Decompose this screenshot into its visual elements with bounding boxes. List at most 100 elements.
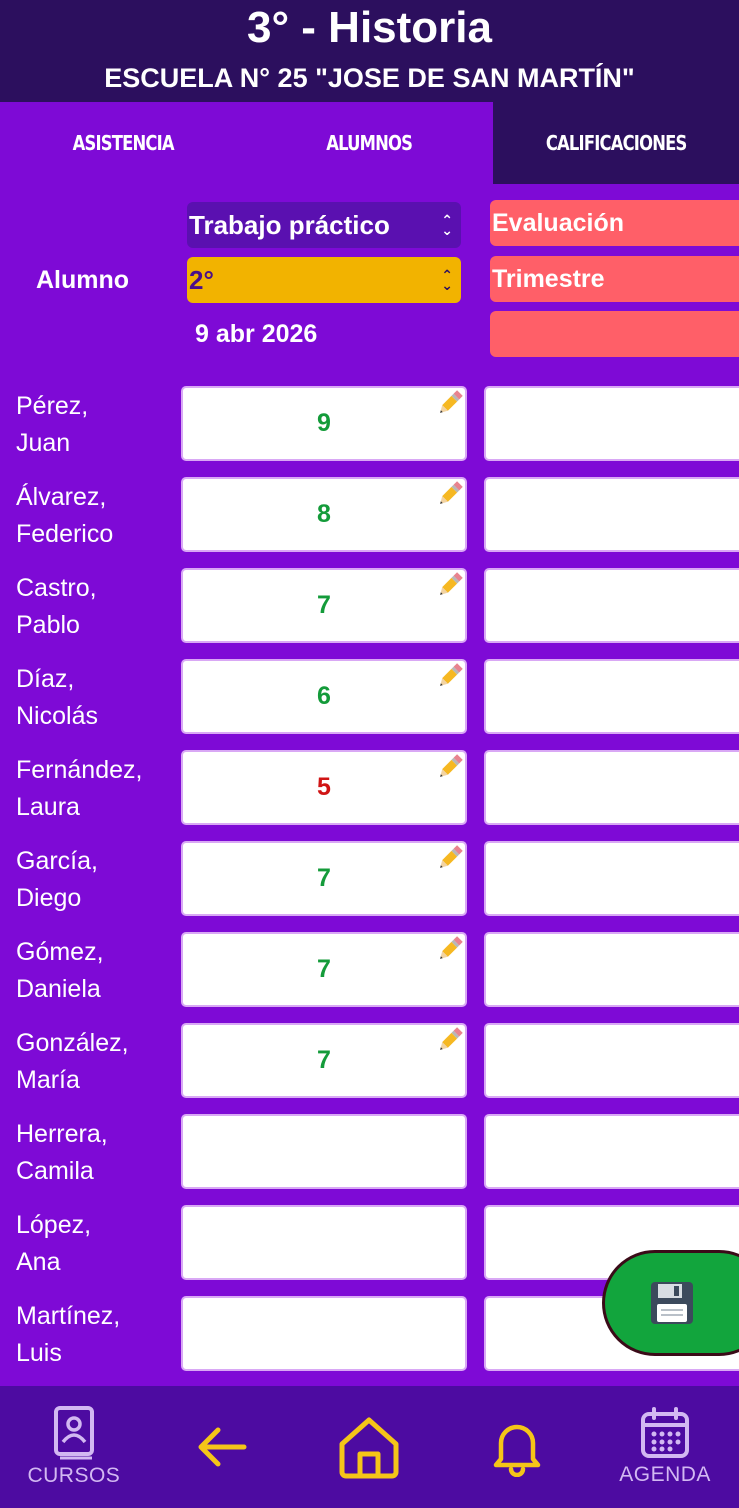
nav-cursos-label: CURSOS [27,1464,121,1487]
evaluacion-field[interactable]: Evaluación [490,200,739,246]
nav-back[interactable] [162,1397,282,1497]
student-last-name: Pérez, [16,392,89,420]
student-last-name: Fernández, [16,756,143,784]
secondary-grade-input[interactable] [484,1023,739,1098]
student-row: García, Diego 7 [0,839,739,930]
pencil-icon[interactable] [435,752,465,782]
secondary-grade-input[interactable] [484,841,739,916]
student-name: Díaz, Nicolás [16,661,98,735]
calendar-icon [641,1407,690,1458]
student-first-name: María [16,1066,80,1094]
grade-input[interactable]: 6 [181,659,467,734]
pencil-icon[interactable] [435,570,465,600]
student-row: Álvarez, Federico 8 [0,475,739,566]
student-row: Herrera, Camila [0,1112,739,1203]
student-row: Fernández, Laura 5 [0,748,739,839]
bottom-navigation: CURSOS AGENDA [0,1386,739,1508]
student-last-name: Herrera, [16,1120,108,1148]
student-first-name: Pablo [16,611,80,639]
student-name: González, María [16,1025,129,1099]
secondary-grade-input[interactable] [484,568,739,643]
assignment-type-value: Trabajo práctico [189,209,390,240]
secondary-grade-input[interactable] [484,750,739,825]
save-button[interactable] [602,1250,739,1356]
home-icon [339,1417,399,1479]
grade-input[interactable]: 7 [181,1023,467,1098]
student-name: Gómez, Daniela [16,934,104,1008]
pencil-icon[interactable] [435,843,465,873]
grade-value: 5 [317,773,331,801]
trimestre-label: Trimestre [492,264,605,293]
secondary-grade-input[interactable] [484,386,739,461]
grade-value: 9 [317,409,331,437]
grade-value: 7 [317,955,331,983]
arrow-left-icon [198,1427,247,1467]
student-list: Pérez, Juan 9 Álvarez, Federico 8 Castro… [0,384,739,1385]
student-first-name: Camila [16,1157,94,1185]
grade-value: 8 [317,500,331,528]
assignment-type-select[interactable]: Trabajo práctico ⌃ ⌄ [187,202,461,248]
nav-agenda[interactable]: AGENDA [605,1397,725,1497]
student-name: Álvarez, Federico [16,479,113,553]
trimestre-field[interactable]: Trimestre [490,256,739,302]
tab-bar: ASISTENCIA ALUMNOS CALIFICACIONES [0,102,739,184]
tab-label: ALUMNOS [326,131,414,155]
student-name: García, Diego [16,843,98,917]
tab-alumnos[interactable]: ALUMNOS [246,102,492,184]
pencil-icon[interactable] [435,388,465,418]
tab-calificaciones[interactable]: CALIFICACIONES [492,102,739,184]
pencil-icon[interactable] [435,934,465,964]
student-first-name: Federico [16,520,114,548]
grade-value: 6 [317,682,331,710]
student-row: Díaz, Nicolás 6 [0,657,739,748]
pencil-icon[interactable] [435,1025,465,1055]
student-last-name: Díaz, [16,665,75,693]
secondary-grade-input[interactable] [484,477,739,552]
grade-input[interactable]: 7 [181,932,467,1007]
nav-home[interactable] [309,1397,429,1497]
student-first-name: Daniela [16,975,101,1003]
alumno-column-label: Alumno [36,266,130,294]
grade-input[interactable] [181,1296,467,1371]
evaluacion-label: Evaluación [492,208,624,237]
pencil-icon[interactable] [435,661,465,691]
contact-book-icon [53,1406,94,1460]
grade-input[interactable]: 7 [181,568,467,643]
student-first-name: Juan [16,429,71,457]
secondary-grade-input[interactable] [484,932,739,1007]
student-last-name: García, [16,847,98,875]
secondary-grade-input[interactable] [484,1114,739,1189]
tab-label: ASISTENCIA [72,131,175,155]
assignment-number-value: 2° [189,264,214,295]
grade-input[interactable]: 7 [181,841,467,916]
grade-input[interactable] [181,1114,467,1189]
student-name: López, Ana [16,1207,91,1281]
nav-notifications[interactable] [457,1397,577,1497]
app-header: 3° - Historia ESCUELA N° 25 "JOSE DE SAN… [0,0,739,102]
student-last-name: López, [16,1211,92,1239]
grade-input[interactable]: 9 [181,386,467,461]
assignment-number-select[interactable]: 2° ⌃ ⌄ [187,257,461,303]
grade-input[interactable]: 8 [181,477,467,552]
select-arrows-icon: ⌃ ⌄ [441,212,453,238]
nav-agenda-label: AGENDA [619,1463,711,1486]
student-row: Pérez, Juan 9 [0,384,739,475]
tab-asistencia[interactable]: ASISTENCIA [0,102,246,184]
nav-cursos[interactable]: CURSOS [14,1397,134,1497]
student-row: Gómez, Daniela 7 [0,930,739,1021]
student-name: Fernández, Laura [16,752,142,826]
pencil-icon[interactable] [435,479,465,509]
assignment-date[interactable]: 9 abr 2026 [195,320,317,349]
student-name: Pérez, Juan [16,388,88,462]
grading-controls: Alumno Trabajo práctico ⌃ ⌄ 2° ⌃ ⌄ 9 abr 2… [0,184,739,384]
secondary-grade-input[interactable] [484,659,739,734]
grade-value: 7 [317,591,331,619]
grade-input[interactable]: 5 [181,750,467,825]
student-first-name: Luis [16,1339,62,1367]
extra-field[interactable] [490,311,739,357]
grade-value: 7 [317,1046,331,1074]
page-title: 3° - Historia [247,3,492,52]
grade-input[interactable] [181,1205,467,1280]
student-last-name: Álvarez, [16,483,107,511]
student-first-name: Nicolás [16,702,98,730]
